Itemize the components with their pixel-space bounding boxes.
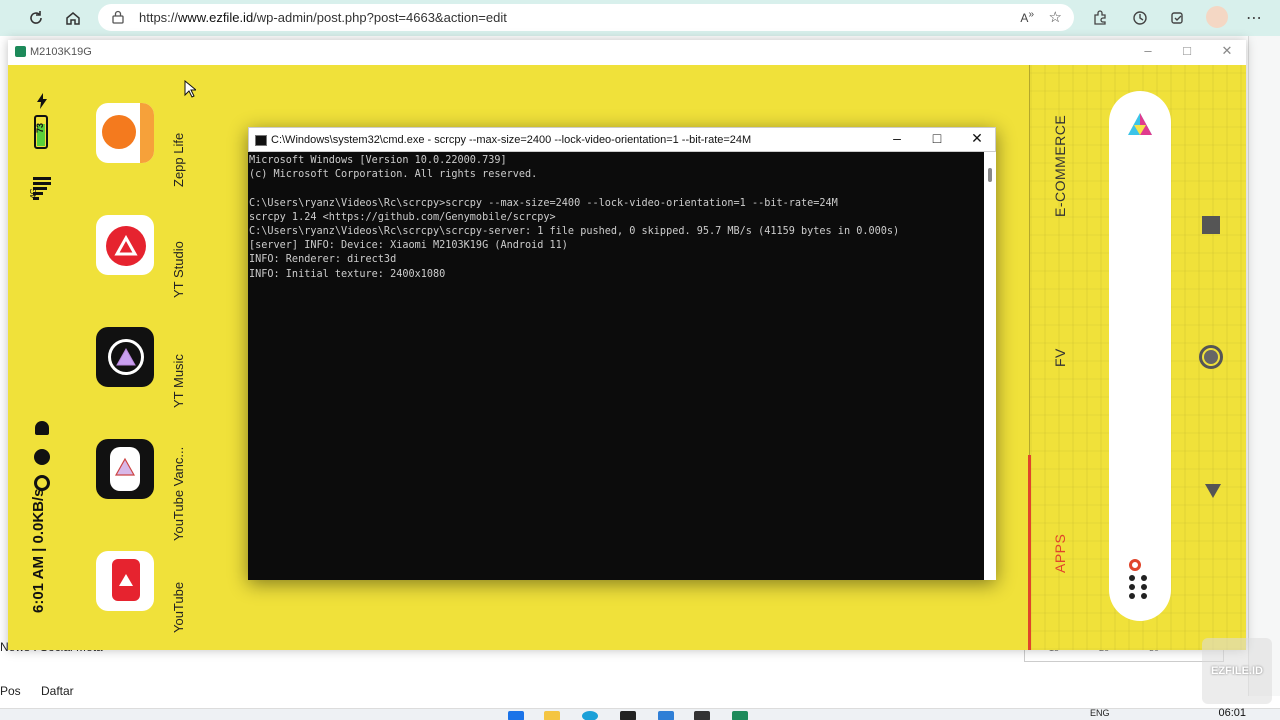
tab-ecommerce[interactable]: E-COMMERCE [1052, 115, 1068, 217]
windows-taskbar: ENG 06:01 [0, 707, 1280, 720]
cmd-titlebar: C:\Windows\system32\cmd.exe - scrcpy --m… [248, 127, 996, 152]
console-line: [server] INFO: Device: Xiaomi M2103K19G … [249, 240, 568, 252]
footer-link[interactable]: Daftar [41, 684, 74, 698]
background-footer: Pos Daftar [0, 684, 74, 698]
app-yt-music[interactable] [96, 327, 154, 387]
tab-apps[interactable]: APPS [1052, 534, 1068, 573]
cmd-window-title: C:\Windows\system32\cmd.exe - scrcpy --m… [271, 134, 752, 146]
charging-icon [36, 93, 48, 114]
home-icon[interactable] [62, 7, 84, 29]
edge-icon[interactable] [582, 711, 598, 720]
status-bar: 73 4G 6:01 AM | 0.0KB/s [28, 93, 54, 633]
terminal-icon[interactable] [694, 711, 710, 720]
refresh-icon[interactable] [25, 7, 47, 29]
cmd-minimize-button[interactable]: – [885, 130, 909, 150]
history-icon[interactable] [1130, 8, 1150, 28]
notepad-icon[interactable] [658, 711, 674, 720]
url-text: https://www.ezfile.id/wp-admin/post.php?… [139, 10, 507, 25]
recents-button[interactable] [1202, 216, 1220, 234]
browser-toolbar: https://www.ezfile.id/wp-admin/post.php?… [0, 0, 1280, 36]
back-button[interactable] [1204, 483, 1222, 504]
mouse-cursor-icon [184, 80, 196, 98]
active-tab-indicator [1028, 455, 1031, 650]
network-type: 4G [28, 188, 38, 199]
close-button[interactable]: ✕ [1217, 43, 1237, 61]
console-line: Microsoft Windows [Version 10.0.22000.73… [249, 155, 507, 166]
taskbar-clock[interactable]: 06:01 [1218, 707, 1246, 719]
app-zepp-life[interactable] [96, 103, 154, 163]
cmd-app-icon [255, 135, 267, 146]
app-label-youtube: YouTube [171, 581, 186, 633]
extensions-icon[interactable] [1090, 8, 1110, 28]
profile-avatar[interactable] [1206, 6, 1228, 28]
app-yt-studio[interactable] [96, 215, 154, 275]
language-indicator[interactable]: ENG [1090, 708, 1110, 718]
address-bar[interactable]: https://www.ezfile.id/wp-admin/post.php?… [98, 4, 1074, 31]
device-window-title: M2103K19G [30, 46, 92, 58]
scrollbar-thumb[interactable] [988, 168, 992, 182]
home-button[interactable] [1199, 345, 1223, 369]
cmd-window: C:\Windows\system32\cmd.exe - scrcpy --m… [248, 127, 996, 580]
favorite-icon[interactable]: ☆ [1049, 8, 1062, 26]
app-label-zepp-life: Zepp Life [171, 132, 186, 187]
read-aloud-icon[interactable]: A» [1020, 9, 1034, 25]
status-time-speed: 6:01 AM | 0.0KB/s [30, 488, 47, 613]
device-window-titlebar: M2103K19G – □ ✕ [8, 40, 1246, 65]
app-grid-icon[interactable] [1127, 559, 1153, 601]
console-line: C:\Users\ryanz\Videos\Rc\scrcpy\scrcpy-s… [249, 225, 900, 237]
app-label-youtube-vanced: YouTube Vanc... [171, 446, 186, 541]
app-youtube[interactable] [96, 551, 154, 611]
scrcpy-taskbar-icon[interactable] [732, 711, 748, 720]
tab-fv[interactable]: FV [1052, 348, 1068, 367]
console-line: C:\Users\ryanz\Videos\Rc\scrcpy>scrcpy -… [249, 197, 838, 209]
lock-icon [112, 10, 124, 29]
scrcpy-app-icon [15, 46, 26, 57]
file-explorer-icon[interactable] [544, 711, 560, 720]
zepp-life-icon [102, 115, 136, 149]
maximize-button[interactable]: □ [1177, 43, 1197, 61]
battery-icon: 73 [34, 115, 48, 149]
epic-games-icon[interactable] [620, 711, 636, 720]
console-line: INFO: Initial texture: 2400x1080 [249, 268, 446, 280]
app-drawer-dock [1109, 91, 1171, 621]
app-youtube-vanced[interactable] [96, 439, 154, 499]
minimize-button[interactable]: – [1138, 43, 1158, 61]
background-sidebar [1248, 36, 1280, 696]
cmd-scrollbar[interactable] [984, 152, 996, 580]
console-line: (c) Microsoft Corporation. All rights re… [249, 169, 538, 181]
cmd-close-button[interactable]: ✕ [965, 130, 989, 150]
notification-icon [35, 421, 49, 435]
cmd-maximize-button[interactable]: □ [925, 130, 949, 150]
console-line: INFO: Renderer: direct3d [249, 254, 397, 266]
more-icon[interactable]: ⋯ [1244, 8, 1264, 28]
collections-icon[interactable] [1168, 8, 1188, 28]
start-icon[interactable] [508, 711, 524, 720]
ezfile-watermark-logo: EZFILE.ID [1202, 638, 1272, 704]
console-line: scrcpy 1.24 <https://github.com/Genymobi… [249, 211, 556, 223]
launcher-logo-icon[interactable] [1126, 111, 1154, 137]
app-label-yt-studio: YT Studio [171, 241, 186, 298]
app-label-yt-music: YT Music [171, 354, 186, 408]
status-circle-icon [34, 449, 50, 465]
cmd-console-output[interactable]: Microsoft Windows [Version 10.0.22000.73… [248, 152, 984, 580]
